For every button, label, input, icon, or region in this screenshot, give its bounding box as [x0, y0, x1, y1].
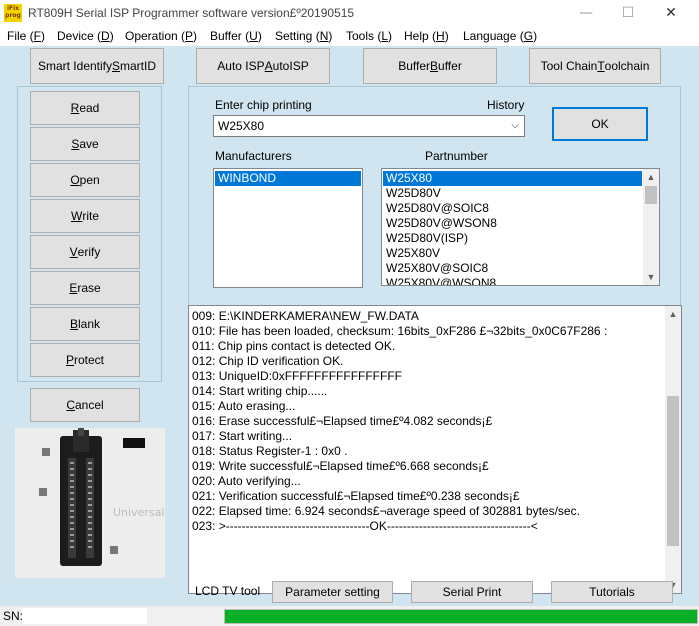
log-line: 015: Auto erasing... [192, 399, 296, 413]
chip-printing-label: Enter chip printing [215, 98, 312, 112]
menu-file[interactable]: File (F) [7, 29, 45, 43]
save-button[interactable]: Save [30, 127, 140, 161]
log-line: 022: Elapsed time: 6.924 seconds£¬averag… [192, 504, 580, 518]
history-label: History [487, 98, 525, 112]
close-button[interactable]: ✕ [657, 4, 685, 22]
list-item[interactable]: W25D80V@WSON8 [383, 216, 659, 231]
list-item[interactable]: WINBOND [215, 171, 361, 186]
manufacturers-list[interactable]: WINBOND [213, 168, 363, 288]
log-line: 023: >----------------------------------… [192, 519, 538, 533]
sn-label: SN: [3, 609, 24, 623]
log-line: 014: Start writing chip...... [192, 384, 328, 398]
read-button[interactable]: Read [30, 91, 140, 125]
log-line: 017: Start writing... [192, 429, 293, 443]
partnumber-label: Partnumber [425, 149, 488, 163]
list-item[interactable]: W25X80V@WSON8 [383, 276, 659, 285]
app-logo-icon: iFix prog [4, 4, 22, 22]
list-item[interactable]: W25X80V@SOIC8 [383, 261, 659, 276]
list-item[interactable]: W25D80V [383, 186, 659, 201]
list-item[interactable]: W25D80V@SOIC8 [383, 201, 659, 216]
lcd-tv-tool-label: LCD TV tool [195, 584, 261, 598]
protect-button[interactable]: Protect [30, 343, 140, 377]
smart-identify-button[interactable]: Smart Identify SmartID [30, 48, 164, 84]
maximize-button[interactable]: ☐ [614, 4, 642, 22]
erase-button[interactable]: Erase [30, 271, 140, 305]
main-client-area: Smart Identify SmartID Auto ISP AutoISP … [0, 46, 699, 606]
parameter-setting-button[interactable]: Parameter setting [272, 581, 393, 603]
menu-buffer[interactable]: Buffer (U) [210, 29, 262, 43]
menu-language[interactable]: Language (G) [463, 29, 537, 43]
log-line: 019: Write successful£¬Elapsed time£º6.6… [192, 459, 489, 473]
scroll-thumb[interactable] [645, 186, 657, 204]
zif-socket-image: Universal [15, 428, 165, 578]
cancel-button[interactable]: Cancel [30, 388, 140, 422]
scroll-thumb[interactable] [667, 396, 679, 546]
menu-help[interactable]: Help (H) [404, 29, 449, 43]
list-item[interactable]: W25X80V [383, 246, 659, 261]
menu-setting[interactable]: Setting (N) [275, 29, 332, 43]
chip-printing-input[interactable]: W25X80 ⌵ [213, 115, 525, 137]
log-line: 018: Status Register-1 : 0x0 . [192, 444, 348, 458]
maximize-icon: ☐ [621, 5, 635, 21]
scroll-down-icon[interactable]: ▼ [643, 269, 659, 285]
chevron-down-icon[interactable]: ⌵ [511, 116, 519, 136]
buffer-button[interactable]: Buffer Buffer [363, 48, 497, 84]
menu-operation[interactable]: Operation (P) [125, 29, 197, 43]
minimize-button[interactable]: — [572, 4, 600, 22]
menu-device[interactable]: Device (D) [57, 29, 114, 43]
tutorials-button[interactable]: Tutorials [551, 581, 673, 603]
status-bar: SN: [0, 606, 699, 626]
toolchain-button[interactable]: Tool Chain Toolchain [529, 48, 661, 84]
sn-field [22, 608, 147, 624]
title-bar: iFix prog RT809H Serial ISP Programmer s… [0, 0, 699, 28]
socket-label: Universal [113, 506, 165, 519]
close-icon: ✕ [665, 5, 677, 21]
log-line: 012: Chip ID verification OK. [192, 354, 344, 368]
log-line: 011: Chip pins contact is detected OK. [192, 339, 396, 353]
ok-button[interactable]: OK [552, 107, 648, 141]
log-line: 020: Auto verifying... [192, 474, 301, 488]
window-title: RT809H Serial ISP Programmer software ve… [28, 6, 355, 20]
open-button[interactable]: Open [30, 163, 140, 197]
manufacturers-label: Manufacturers [215, 149, 292, 163]
list-item[interactable]: W25X80 [383, 171, 642, 186]
log-line: 009: E:\KINDERKAMERA\NEW_FW.DATA [192, 309, 419, 323]
progress-bar [224, 609, 698, 624]
log-scrollbar[interactable]: ▲ ▼ [665, 306, 681, 593]
log-line: 021: Verification successful£¬Elapsed ti… [192, 489, 520, 503]
minimize-icon: — [579, 5, 593, 21]
auto-isp-button[interactable]: Auto ISP AutoISP [196, 48, 330, 84]
log-line: 013: UniqueID:0xFFFFFFFFFFFFFFFF [192, 369, 403, 383]
log-line: 010: File has been loaded, checksum: 16b… [192, 324, 608, 338]
list-item[interactable]: W25D80V(ISP) [383, 231, 659, 246]
verify-button[interactable]: Verify [30, 235, 140, 269]
write-button[interactable]: Write [30, 199, 140, 233]
progress-fill [225, 610, 697, 623]
scroll-up-icon[interactable]: ▲ [643, 169, 659, 185]
chip-printing-value: W25X80 [218, 119, 265, 133]
log-output[interactable]: 009: E:\KINDERKAMERA\NEW_FW.DATA 010: Fi… [188, 305, 682, 594]
partnumber-list[interactable]: W25X80 W25D80V W25D80V@SOIC8 W25D80V@WSO… [381, 168, 660, 286]
log-line: 016: Erase successful£¬Elapsed time£º4.0… [192, 414, 493, 428]
blank-button[interactable]: Blank [30, 307, 140, 341]
scroll-up-icon[interactable]: ▲ [665, 306, 681, 322]
menu-bar: File (F) Device (D) Operation (P) Buffer… [0, 28, 699, 46]
serial-print-button[interactable]: Serial Print [411, 581, 533, 603]
partnumber-scrollbar[interactable]: ▲ ▼ [643, 169, 659, 285]
zif-socket-icon [15, 428, 165, 578]
menu-tools[interactable]: Tools (L) [346, 29, 392, 43]
